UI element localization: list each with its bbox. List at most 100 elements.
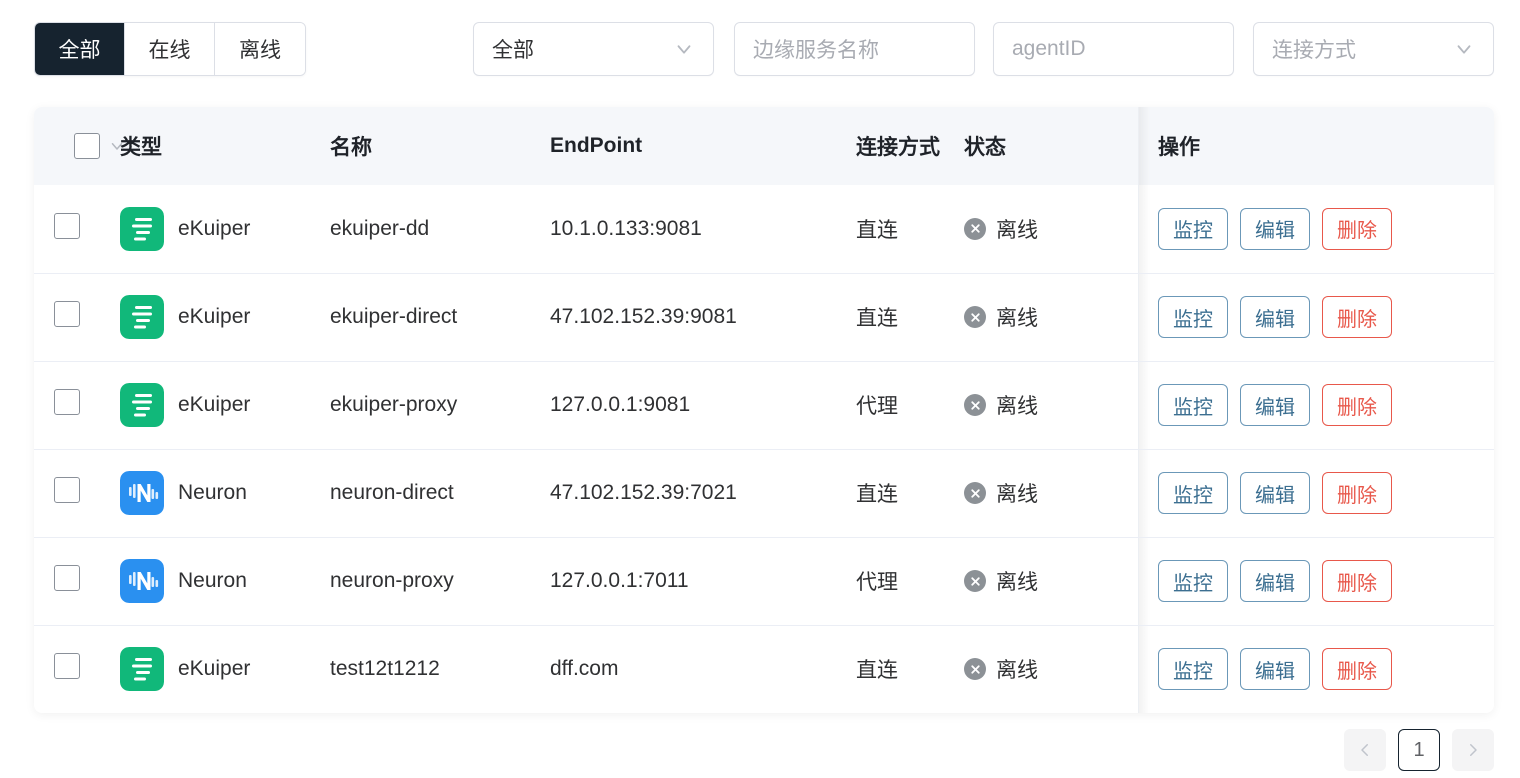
neuron-icon	[120, 559, 164, 603]
row-endpoint-cell: dff.com	[550, 625, 856, 713]
row-state-cell: 离线	[964, 185, 1138, 273]
delete-button[interactable]: 删除	[1322, 296, 1392, 338]
row-type-cell: eKuiper	[120, 185, 330, 273]
monitor-button[interactable]: 监控	[1158, 560, 1228, 602]
type-select[interactable]: 全部	[473, 22, 714, 76]
row-endpoint-cell: 47.102.152.39:9081	[550, 273, 856, 361]
row-select-cell	[34, 273, 120, 361]
monitor-button[interactable]: 监控	[1158, 208, 1228, 250]
edit-button[interactable]: 编辑	[1240, 296, 1310, 338]
header-select-all	[34, 107, 120, 185]
row-select-cell	[34, 185, 120, 273]
row-checkbox[interactable]	[54, 477, 80, 503]
table-row: eKuiperekuiper-proxy127.0.0.1:9081代理离线监控…	[34, 361, 1494, 449]
close-circle-icon	[964, 218, 986, 240]
connection-type-placeholder: 连接方式	[1272, 34, 1356, 64]
pagination: 1	[1344, 729, 1494, 771]
edit-button[interactable]: 编辑	[1240, 648, 1310, 690]
close-circle-icon	[964, 570, 986, 592]
delete-button[interactable]: 删除	[1322, 384, 1392, 426]
pagination-next-button[interactable]	[1452, 729, 1494, 771]
row-connection-cell: 直连	[856, 185, 964, 273]
row-type-label: Neuron	[178, 569, 247, 593]
pagination-page-1[interactable]: 1	[1398, 729, 1440, 771]
row-name-cell: neuron-proxy	[330, 537, 550, 625]
monitor-button[interactable]: 监控	[1158, 472, 1228, 514]
row-select-cell	[34, 625, 120, 713]
select-all-checkbox[interactable]	[74, 133, 100, 159]
row-endpoint-cell: 10.1.0.133:9081	[550, 185, 856, 273]
services-table-card: 类型 名称 EndPoint 连接方式 状态 操作 eKuiperekuiper…	[34, 107, 1494, 713]
delete-button[interactable]: 删除	[1322, 208, 1392, 250]
row-name-cell: neuron-direct	[330, 449, 550, 537]
ekuiper-icon	[120, 647, 164, 691]
row-operation-cell: 监控编辑删除	[1138, 361, 1494, 449]
table-row: eKuiper ekuiper-dd10.1.0.133:9081直连离线监控编辑…	[34, 185, 1494, 273]
row-type-label: Neuron	[178, 481, 247, 505]
status-badge: 离线	[996, 390, 1038, 420]
monitor-button[interactable]: 监控	[1158, 384, 1228, 426]
row-type-label: eKuiper	[178, 393, 250, 417]
row-state-cell: 离线	[964, 449, 1138, 537]
close-circle-icon	[964, 394, 986, 416]
row-name-cell: test12t1212	[330, 625, 550, 713]
edit-button[interactable]: 编辑	[1240, 560, 1310, 602]
status-filter-tabs[interactable]: 全部 在线 离线	[34, 22, 306, 76]
row-select-cell	[34, 449, 120, 537]
pagination-prev-button[interactable]	[1344, 729, 1386, 771]
table-row: eKuipertest12t1212dff.com直连离线监控编辑删除	[34, 625, 1494, 713]
ekuiper-icon	[120, 383, 164, 427]
close-circle-icon	[964, 658, 986, 680]
delete-button[interactable]: 删除	[1322, 560, 1392, 602]
row-type-label: eKuiper	[178, 217, 250, 241]
service-name-placeholder: 边缘服务名称	[753, 34, 879, 64]
tab-offline[interactable]: 离线	[215, 23, 305, 75]
header-connection: 连接方式	[856, 107, 964, 185]
row-connection-cell: 代理	[856, 537, 964, 625]
row-checkbox[interactable]	[54, 213, 80, 239]
tab-online[interactable]: 在线	[125, 23, 215, 75]
row-connection-cell: 直连	[856, 449, 964, 537]
row-checkbox[interactable]	[54, 565, 80, 591]
row-type-cell: eKuiper	[120, 625, 330, 713]
row-operation-cell: 监控编辑删除	[1138, 273, 1494, 361]
ekuiper-icon	[120, 207, 164, 251]
service-name-input[interactable]: 边缘服务名称	[734, 22, 975, 76]
row-connection-cell: 直连	[856, 273, 964, 361]
row-state-cell: 离线	[964, 537, 1138, 625]
status-badge: 离线	[996, 654, 1038, 684]
edit-button[interactable]: 编辑	[1240, 472, 1310, 514]
status-badge: 离线	[996, 478, 1038, 508]
delete-button[interactable]: 删除	[1322, 648, 1392, 690]
edit-button[interactable]: 编辑	[1240, 384, 1310, 426]
row-name-cell: ekuiper-proxy	[330, 361, 550, 449]
row-type-cell: eKuiper	[120, 361, 330, 449]
status-badge: 离线	[996, 302, 1038, 332]
services-table: 类型 名称 EndPoint 连接方式 状态 操作 eKuiperekuiper…	[34, 107, 1494, 713]
chevron-down-icon	[673, 38, 695, 60]
connection-type-select[interactable]: 连接方式	[1253, 22, 1494, 76]
row-operation-cell: 监控编辑删除	[1138, 185, 1494, 273]
row-operation-cell: 监控编辑删除	[1138, 625, 1494, 713]
header-endpoint: EndPoint	[550, 107, 856, 185]
monitor-button[interactable]: 监控	[1158, 648, 1228, 690]
row-type-label: eKuiper	[178, 305, 250, 329]
edit-button[interactable]: 编辑	[1240, 208, 1310, 250]
row-checkbox[interactable]	[54, 301, 80, 327]
table-row: Neuronneuron-proxy127.0.0.1:7011代理离线监控编辑…	[34, 537, 1494, 625]
table-row: eKuiper ekuiper-direct47.102.152.39:9081直…	[34, 273, 1494, 361]
row-endpoint-cell: 47.102.152.39:7021	[550, 449, 856, 537]
header-state: 状态	[964, 107, 1138, 185]
agent-id-input[interactable]: agentID	[993, 22, 1234, 76]
row-checkbox[interactable]	[54, 389, 80, 415]
ekuiper-icon	[120, 295, 164, 339]
row-checkbox[interactable]	[54, 653, 80, 679]
row-name-cell: ekuiper-dd	[330, 185, 550, 273]
table-row: Neuron neuron-direct47.102.152.39:7021直连 离…	[34, 449, 1494, 537]
edge-services-page: 全部 在线 离线 全部 边缘服务名称 agentID 连接方式	[0, 0, 1520, 778]
row-name-cell: ekuiper-direct	[330, 273, 550, 361]
row-endpoint-cell: 127.0.0.1:9081	[550, 361, 856, 449]
delete-button[interactable]: 删除	[1322, 472, 1392, 514]
monitor-button[interactable]: 监控	[1158, 296, 1228, 338]
tab-all[interactable]: 全部	[35, 23, 125, 75]
